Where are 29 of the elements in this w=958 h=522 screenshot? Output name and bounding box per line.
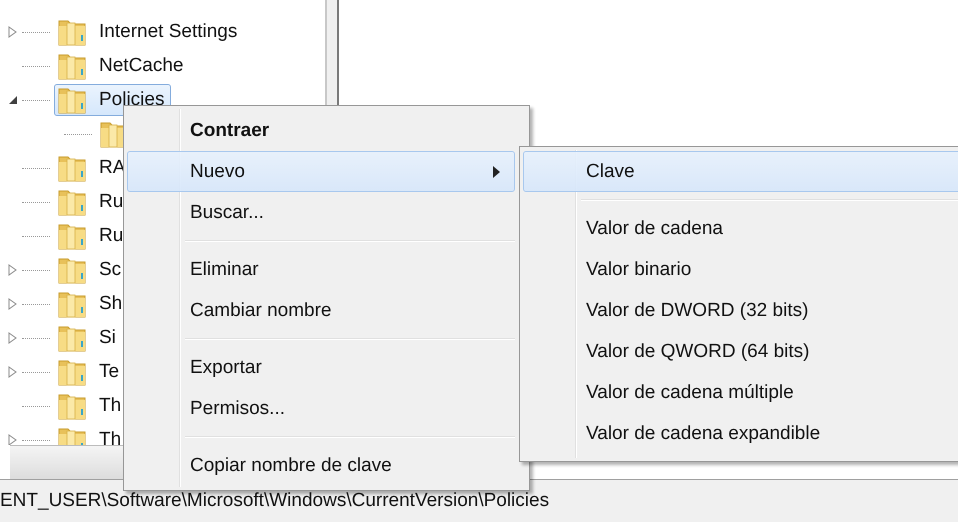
expand-arrow-icon[interactable] xyxy=(8,264,18,276)
tree-node[interactable]: Sc xyxy=(54,254,128,286)
menu-item[interactable]: Valor de cadena expandible xyxy=(523,413,958,454)
expand-arrow-icon[interactable] xyxy=(8,434,18,445)
expand-arrow-icon[interactable] xyxy=(8,298,18,310)
menu-item[interactable]: Exportar xyxy=(127,347,515,388)
menu-item[interactable]: Valor de QWORD (64 bits) xyxy=(523,331,958,372)
menu-item[interactable]: Permisos... xyxy=(127,388,515,429)
expand-arrow-icon[interactable] xyxy=(8,332,18,344)
collapse-arrow-icon[interactable] xyxy=(8,94,18,106)
menu-item[interactable]: Clave xyxy=(523,151,958,192)
menu-item[interactable]: Valor de DWORD (32 bits) xyxy=(523,290,958,331)
key-path: ENT_USER\Software\Microsoft\Windows\CurrentVersion\Policies xyxy=(0,490,550,512)
menu-item[interactable]: Valor de cadena múltiple xyxy=(523,372,958,413)
tree-node[interactable]: Internet Settings xyxy=(54,16,244,48)
menu-item[interactable]: Copiar nombre de clave xyxy=(127,445,515,486)
expand-arrow-icon[interactable] xyxy=(8,26,18,38)
menu-item[interactable]: Cambiar nombre xyxy=(127,290,515,331)
menu-item[interactable]: Eliminar xyxy=(127,249,515,290)
expand-arrow-icon[interactable] xyxy=(8,366,18,378)
submenu-arrow-icon xyxy=(493,166,500,178)
menu-item[interactable]: Valor binario xyxy=(523,249,958,290)
menu-item[interactable]: Valor de cadena xyxy=(523,208,958,249)
tree-node[interactable]: Th xyxy=(54,390,128,422)
tree-node[interactable]: Sh xyxy=(54,288,130,320)
menu-item[interactable]: Nuevo xyxy=(127,151,515,192)
tree-node[interactable]: Si xyxy=(54,322,123,354)
tree-node[interactable]: NetCache xyxy=(54,50,190,82)
tree-node[interactable]: Te xyxy=(54,356,126,388)
